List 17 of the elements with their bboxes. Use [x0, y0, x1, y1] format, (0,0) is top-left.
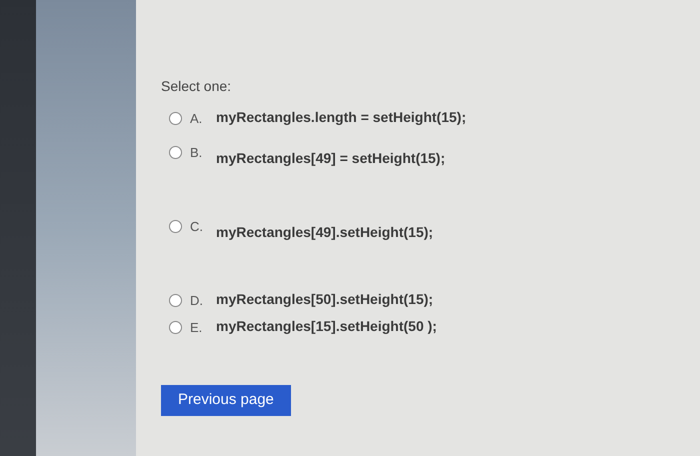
radio-button[interactable] [169, 146, 182, 158]
option-letter: D. [190, 292, 204, 310]
option-text: myRectangles.length = setHeight(15); [216, 108, 466, 127]
option-letter: B. [190, 144, 204, 162]
option-letter: C. [190, 218, 204, 236]
radio-button[interactable] [169, 220, 182, 232]
option-letter: A. [190, 110, 204, 128]
option-text: myRectangles[15].setHeight(50 ); [216, 317, 437, 336]
option-letter: E. [190, 319, 204, 337]
radio-button[interactable] [169, 294, 182, 306]
radio-button[interactable] [169, 321, 182, 334]
option-text: myRectangles[49].setHeight(15); [216, 222, 434, 242]
question-prompt: Select one: [161, 77, 232, 96]
option-text: myRectangles[50].setHeight(15); [216, 290, 434, 309]
option-text: myRectangles[49] = setHeight(15); [216, 148, 446, 168]
radio-button[interactable] [169, 112, 182, 125]
previous-page-button[interactable]: Previous page [161, 384, 291, 416]
